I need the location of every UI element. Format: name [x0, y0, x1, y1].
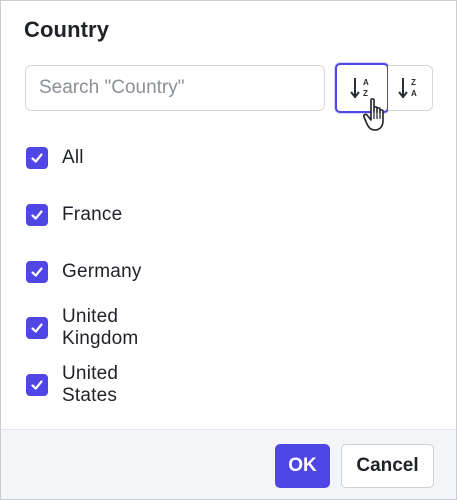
cancel-button[interactable]: Cancel — [341, 444, 434, 488]
option-france[interactable]: France — [26, 200, 122, 230]
checkbox-checked[interactable] — [26, 147, 48, 169]
checkbox-checked[interactable] — [26, 261, 48, 283]
dialog-footer: OK Cancel — [1, 429, 456, 499]
check-icon — [31, 267, 43, 277]
country-filter-popup: Country A Z Z A — [0, 0, 457, 500]
hand-pointer-cursor-icon — [362, 97, 389, 138]
svg-text:A: A — [363, 78, 369, 87]
checkbox-checked[interactable] — [26, 317, 48, 339]
sort-z-a-icon: Z A — [397, 75, 423, 101]
check-icon — [31, 323, 43, 333]
option-united-states[interactable]: United States — [26, 363, 118, 406]
option-label: France — [62, 204, 123, 225]
sort-descending-button[interactable]: Z A — [388, 65, 433, 111]
svg-text:A: A — [411, 89, 417, 98]
option-all[interactable]: All — [26, 143, 84, 173]
check-icon — [31, 153, 43, 163]
option-label: All — [62, 147, 84, 168]
check-icon — [31, 380, 43, 390]
option-label: Germany — [62, 261, 142, 282]
search-input[interactable] — [25, 65, 325, 111]
checkbox-checked[interactable] — [26, 374, 48, 396]
svg-text:Z: Z — [411, 78, 416, 87]
check-icon — [31, 210, 43, 220]
option-label: United States — [62, 363, 119, 406]
ok-button[interactable]: OK — [275, 444, 330, 488]
option-united-kingdom[interactable]: United Kingdom — [26, 306, 138, 349]
checkbox-checked[interactable] — [26, 204, 48, 226]
option-label: United Kingdom — [62, 306, 139, 349]
filter-title: Country — [24, 17, 110, 42]
option-germany[interactable]: Germany — [26, 257, 142, 287]
